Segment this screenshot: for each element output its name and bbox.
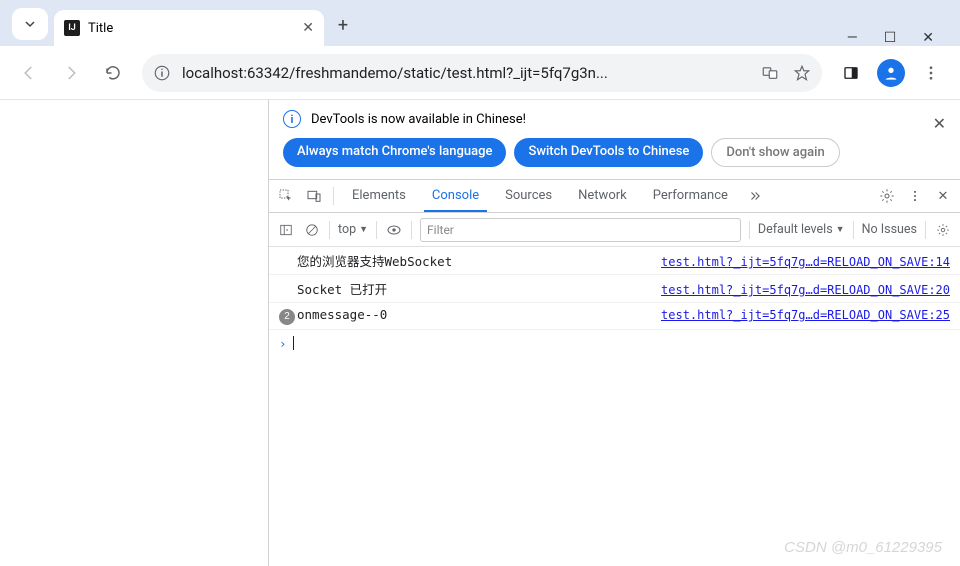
bookmark-star-icon[interactable] [790,61,814,85]
profile-button[interactable] [874,56,908,90]
reload-button[interactable] [94,54,132,92]
switch-language-button[interactable]: Switch DevTools to Chinese [514,138,703,167]
dont-show-again-button[interactable]: Don't show again [711,138,839,167]
console-sidebar-toggle[interactable] [277,221,295,239]
devtools-panel: i DevTools is now available in Chinese! … [268,100,960,566]
clear-console-button[interactable] [303,221,321,239]
reload-icon [104,64,122,82]
window-minimize-button[interactable]: — [847,30,858,46]
devtools-menu-button[interactable] [906,187,924,205]
back-button[interactable] [10,54,48,92]
translate-icon[interactable] [758,61,782,85]
inspect-element-button[interactable] [277,187,295,205]
chevron-down-icon [24,18,36,30]
issues-link[interactable]: No Issues [862,222,917,237]
kebab-icon [922,64,940,82]
tab-console[interactable]: Console [424,180,487,212]
tab-sources[interactable]: Sources [497,180,560,212]
banner-message: DevTools is now available in Chinese! [311,112,526,127]
window-maximize-button[interactable]: ☐ [884,30,897,46]
console-message: 2 onmessage--0 test.html?_ijt=5fq7g…d=RE… [269,303,960,330]
site-info-icon[interactable] [150,61,174,85]
more-tabs-button[interactable] [746,187,764,205]
device-toolbar-button[interactable] [305,187,323,205]
live-expression-button[interactable] [385,221,403,239]
tab-search-button[interactable] [12,8,48,40]
console-toolbar: top ▼ Filter Default levels ▼ No Issues [269,213,960,247]
source-link[interactable]: test.html?_ijt=5fq7g…d=RELOAD_ON_SAVE:14 [661,255,950,269]
console-prompt[interactable]: › [269,330,960,357]
tab-performance[interactable]: Performance [645,180,736,212]
console-message: Socket 已打开 test.html?_ijt=5fq7g…d=RELOAD… [269,275,960,303]
browser-tab-strip: IJ Title ✕ + — ☐ ✕ [0,0,960,46]
menu-button[interactable] [912,54,950,92]
banner-close-button[interactable]: ✕ [933,114,946,133]
arrow-left-icon [20,64,38,82]
browser-tab[interactable]: IJ Title ✕ [54,10,324,46]
side-panel-button[interactable] [832,54,870,92]
chevron-right-icon: › [279,336,287,351]
always-match-button[interactable]: Always match Chrome's language [283,138,506,167]
new-tab-button[interactable]: + [328,10,358,40]
console-settings-button[interactable] [934,221,952,239]
arrow-right-icon [62,64,80,82]
tab-title: Title [88,21,294,36]
chevron-down-icon: ▼ [359,224,368,235]
address-bar[interactable]: localhost:63342/freshmandemo/static/test… [142,54,822,92]
favicon-icon: IJ [64,20,80,36]
settings-button[interactable] [878,187,896,205]
console-output: 您的浏览器支持WebSocket test.html?_ijt=5fq7g…d=… [269,247,960,566]
page-content [0,100,268,566]
source-link[interactable]: test.html?_ijt=5fq7g…d=RELOAD_ON_SAVE:25 [661,308,950,322]
info-icon: i [283,110,301,128]
avatar-icon [877,59,905,87]
tab-elements[interactable]: Elements [344,180,414,212]
filter-input[interactable]: Filter [420,218,741,242]
repeat-count-badge: 2 [279,309,295,325]
devtools-close-button[interactable]: ✕ [934,187,952,205]
chevron-down-icon: ▼ [836,224,845,235]
devtools-tab-bar: Elements Console Sources Network Perform… [269,179,960,213]
language-banner: i DevTools is now available in Chinese! … [269,100,960,179]
watermark: CSDN @m0_61229395 [784,539,942,556]
cursor [293,336,294,350]
context-selector[interactable]: top ▼ [338,222,368,237]
url-text: localhost:63342/freshmandemo/static/test… [182,64,750,82]
console-message: 您的浏览器支持WebSocket test.html?_ijt=5fq7g…d=… [269,247,960,275]
tab-network[interactable]: Network [570,180,635,212]
source-link[interactable]: test.html?_ijt=5fq7g…d=RELOAD_ON_SAVE:20 [661,283,950,297]
tab-close-button[interactable]: ✕ [302,20,314,36]
log-levels-selector[interactable]: Default levels ▼ [758,222,845,237]
window-close-button[interactable]: ✕ [922,30,934,46]
forward-button[interactable] [52,54,90,92]
browser-toolbar: localhost:63342/freshmandemo/static/test… [0,46,960,100]
panel-icon [842,64,860,82]
